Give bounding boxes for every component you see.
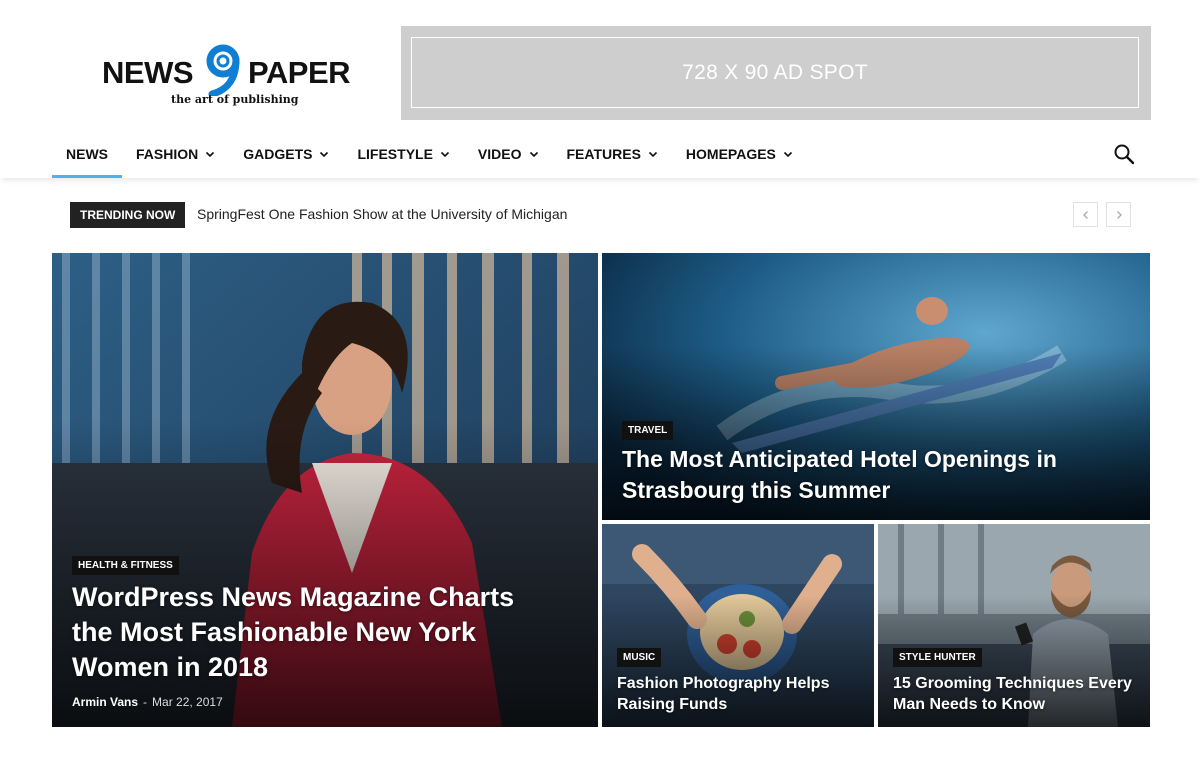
nav-item-video[interactable]: VIDEO (464, 130, 553, 178)
nav-item-lifestyle[interactable]: LIFESTYLE (343, 130, 463, 178)
logo-tagline: the art of publishing (171, 93, 299, 106)
article-title[interactable]: WordPress News Magazine Charts the Most … (72, 580, 542, 685)
category-badge[interactable]: STYLE HUNTER (893, 648, 982, 667)
logo-word-right: PAPER (248, 55, 351, 90)
chevron-right-icon (1116, 210, 1122, 219)
featured-article-top-right[interactable]: TRAVEL The Most Anticipated Hotel Openin… (602, 253, 1150, 520)
trending-prev-button[interactable] (1073, 202, 1098, 227)
search-icon[interactable] (1112, 142, 1136, 166)
category-badge[interactable]: TRAVEL (622, 421, 674, 440)
ad-banner[interactable]: 728 X 90 AD SPOT (401, 26, 1151, 120)
nav-item-label: FASHION (136, 146, 199, 162)
nav-menu: NEWS FASHION GADGETS LIFESTYLE VIDEO FEA… (52, 130, 807, 178)
nav-item-label: VIDEO (477, 146, 522, 162)
nav-item-label: GADGETS (243, 146, 313, 162)
chevron-down-icon (529, 151, 538, 158)
featured-article-bottom-left[interactable]: MUSIC Fashion Photography Helps Raising … (602, 524, 874, 727)
category-badge[interactable]: HEALTH & FITNESS (72, 556, 179, 575)
chevron-down-icon (783, 151, 792, 158)
logo-nine-icon (206, 44, 240, 96)
main-navigation: NEWS FASHION GADGETS LIFESTYLE VIDEO FEA… (0, 130, 1200, 178)
nav-item-fashion[interactable]: FASHION (122, 130, 229, 178)
featured-article-main[interactable]: HEALTH & FITNESS WordPress News Magazine… (52, 253, 598, 727)
nav-item-label: FEATURES (566, 146, 641, 162)
ad-banner-frame: 728 X 90 AD SPOT (411, 37, 1139, 108)
nav-item-features[interactable]: FEATURES (553, 130, 672, 178)
meta-separator: - (143, 695, 148, 709)
chevron-down-icon (206, 151, 215, 158)
nav-item-label: HOMEPAGES (685, 146, 776, 162)
nav-item-homepages[interactable]: HOMEPAGES (672, 130, 807, 178)
nav-item-gadgets[interactable]: GADGETS (229, 130, 343, 178)
trending-headline-link[interactable]: SpringFest One Fashion Show at the Unive… (197, 206, 567, 222)
author-link[interactable]: Armin Vans (72, 695, 138, 709)
trending-now-label: TRENDING NOW (70, 202, 186, 228)
category-badge[interactable]: MUSIC (617, 648, 662, 667)
article-title[interactable]: 15 Grooming Techniques Every Man Needs t… (893, 673, 1138, 715)
chevron-down-icon (320, 151, 329, 158)
publish-date: Mar 22, 2017 (152, 695, 223, 709)
chevron-down-icon (440, 151, 449, 158)
ad-banner-text: 728 X 90 AD SPOT (682, 60, 868, 84)
logo-word-left: NEWS (102, 55, 194, 90)
nav-item-label: LIFESTYLE (357, 146, 433, 162)
article-title[interactable]: Fashion Photography Helps Raising Funds (617, 673, 862, 715)
chevron-left-icon (1082, 210, 1088, 219)
chevron-down-icon (648, 151, 657, 158)
trending-next-button[interactable] (1106, 202, 1131, 227)
featured-article-bottom-right[interactable]: STYLE HUNTER 15 Grooming Techniques Ever… (878, 524, 1150, 727)
nav-item-news[interactable]: NEWS (52, 130, 122, 178)
nav-item-label: NEWS (66, 146, 108, 162)
article-title[interactable]: The Most Anticipated Hotel Openings in S… (622, 444, 1062, 506)
article-meta: Armin Vans - Mar 22, 2017 (72, 695, 223, 709)
site-logo[interactable]: NEWS PAPER the art of publishing (102, 44, 362, 114)
